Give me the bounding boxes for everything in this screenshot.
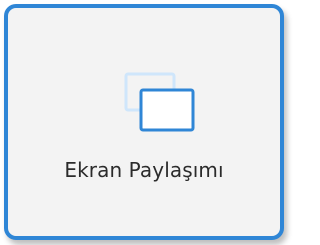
tile-label: Ekran Paylaşımı	[64, 158, 224, 182]
screen-share-icon	[124, 72, 198, 136]
screen-share-tile[interactable]: Ekran Paylaşımı	[4, 4, 284, 240]
